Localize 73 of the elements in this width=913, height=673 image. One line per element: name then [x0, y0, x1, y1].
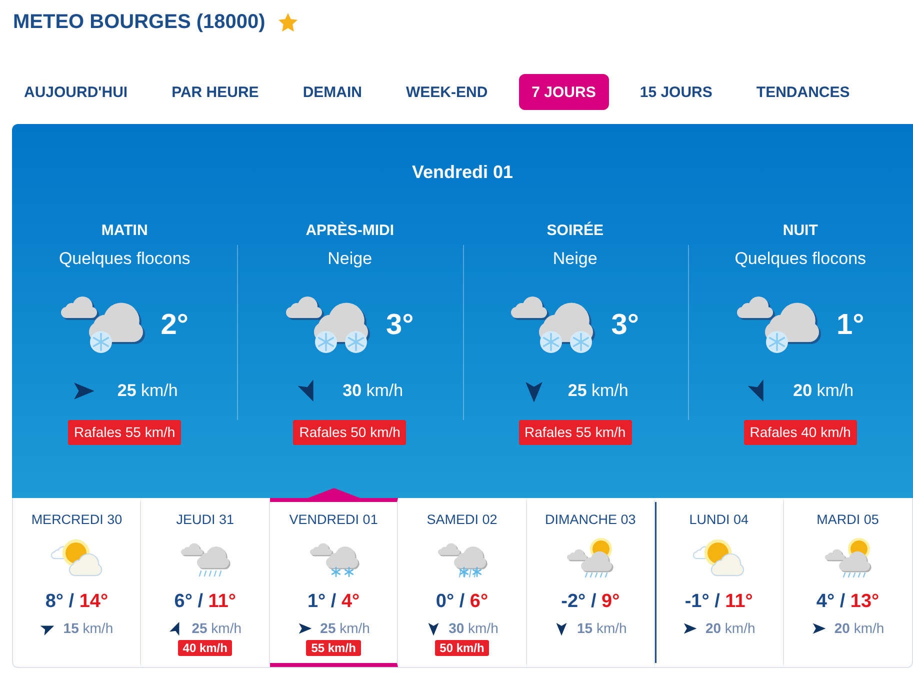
- nav-tab[interactable]: PAR HEURE: [158, 74, 272, 110]
- sun-cloud-icon: [50, 538, 103, 578]
- gust-badge: Rafales 55 km/h: [68, 420, 182, 445]
- cloud-snowflake-icon: [736, 296, 820, 354]
- favorite-star-icon[interactable]: [278, 12, 298, 32]
- day-name: MERCREDI 30: [31, 512, 122, 528]
- nav-tab[interactable]: 15 JOURS: [626, 74, 726, 110]
- period-label: APRÈS-MIDI: [306, 220, 394, 241]
- day-card[interactable]: LUNDI 04 -1° / 11° 20 km/h: [655, 498, 784, 667]
- nav-tab[interactable]: AUJOURD'HUI: [11, 74, 141, 110]
- sun-cloud-icon: [692, 538, 745, 578]
- wind-speed: 25 km/h: [192, 619, 242, 637]
- page-title: METEO BOURGES (18000): [13, 10, 266, 34]
- weather-description: Quelques flocons: [58, 248, 190, 270]
- temperature: 1°: [836, 308, 864, 342]
- nav-tab[interactable]: 7 JOURS: [518, 74, 609, 110]
- gust-badge: Rafales 40 km/h: [744, 420, 857, 445]
- temperature-range: 0° / 6°: [436, 590, 488, 614]
- wind-speed: 20 km/h: [834, 619, 884, 637]
- period-label: MATIN: [101, 221, 148, 241]
- wind-arrow-icon: [682, 620, 698, 636]
- wind-arrow-icon: [426, 620, 441, 636]
- day-card[interactable]: SAMEDI 02 0° / 6° 30 km/h 50 km/h: [398, 498, 527, 667]
- cloud-snowflakes-icon: [511, 296, 596, 354]
- weather-description: Neige: [552, 248, 598, 270]
- period-label: NUIT: [782, 221, 818, 241]
- day-name: MARDI 05: [816, 512, 879, 528]
- day-card[interactable]: MARDI 05 4° / 13° 20 km/h: [784, 498, 912, 667]
- weather-description: Quelques flocons: [734, 248, 866, 270]
- temperature-range: 8° / 14°: [45, 590, 108, 614]
- day-name: VENDREDI 01: [289, 512, 378, 528]
- temperature-range: 4° / 13°: [816, 590, 880, 614]
- cloud-snowflakes-icon: [286, 296, 370, 354]
- gust-badge: Rafales 50 km/h: [293, 420, 406, 445]
- wind-speed: 30 km/h: [342, 380, 404, 402]
- pointer-icon: [308, 488, 360, 498]
- day-name: JEUDI 31: [176, 512, 234, 528]
- day-card[interactable]: JEUDI 31 6° / 11° 25 km/h 40 km/h: [141, 498, 270, 667]
- gust-badge: 55 km/h: [306, 640, 361, 656]
- wind-speed: 20 km/h: [793, 380, 854, 402]
- temperature-range: -1° / 11°: [684, 590, 753, 614]
- gust-badge: 40 km/h: [178, 640, 232, 656]
- period-label: SOIRÉE: [546, 220, 604, 241]
- wind-arrow-icon: [811, 620, 826, 636]
- temperature: 2°: [160, 308, 188, 342]
- nav-tab[interactable]: TENDANCES: [743, 74, 863, 110]
- temperature: 3°: [611, 308, 639, 342]
- temperature-range: 1° / 4°: [307, 590, 360, 614]
- day-card[interactable]: MERCREDI 30 8° / 14° 15 km/h: [13, 498, 142, 667]
- day-name: LUNDI 04: [689, 512, 748, 528]
- weather-description: Neige: [328, 248, 372, 270]
- wind-speed: 25 km/h: [568, 380, 628, 402]
- nav-tab[interactable]: WEEK-END: [392, 74, 501, 110]
- day-heading: Vendredi 01: [410, 161, 514, 184]
- day-card[interactable]: DIMANCHE 03 -2° / 9° 15 km/h: [526, 498, 656, 667]
- wind-speed: 20 km/h: [705, 619, 756, 637]
- day-name: SAMEDI 02: [426, 512, 498, 528]
- gust-badge: Rafales 55 km/h: [518, 420, 632, 445]
- cloud-snowflake-icon: [60, 296, 145, 354]
- wind-speed: 25 km/h: [117, 380, 178, 402]
- wind-speed: 25 km/h: [320, 619, 370, 637]
- gust-badge: 50 km/h: [434, 640, 490, 656]
- wind-arrow-icon: [554, 620, 570, 636]
- temperature-range: 6° / 11°: [174, 590, 236, 614]
- wind-speed: 15 km/h: [577, 619, 627, 637]
- wind-speed: 30 km/h: [448, 619, 498, 637]
- wind-arrow-icon: [297, 620, 312, 636]
- temperature-range: -2° / 9°: [561, 590, 620, 614]
- day-name: DIMANCHE 03: [545, 512, 636, 528]
- temperature: 3°: [386, 308, 414, 342]
- sun-cloud-rain-icon: [564, 538, 616, 578]
- nav-tab[interactable]: DEMAIN: [290, 74, 375, 110]
- wind-speed: 15 km/h: [63, 619, 114, 637]
